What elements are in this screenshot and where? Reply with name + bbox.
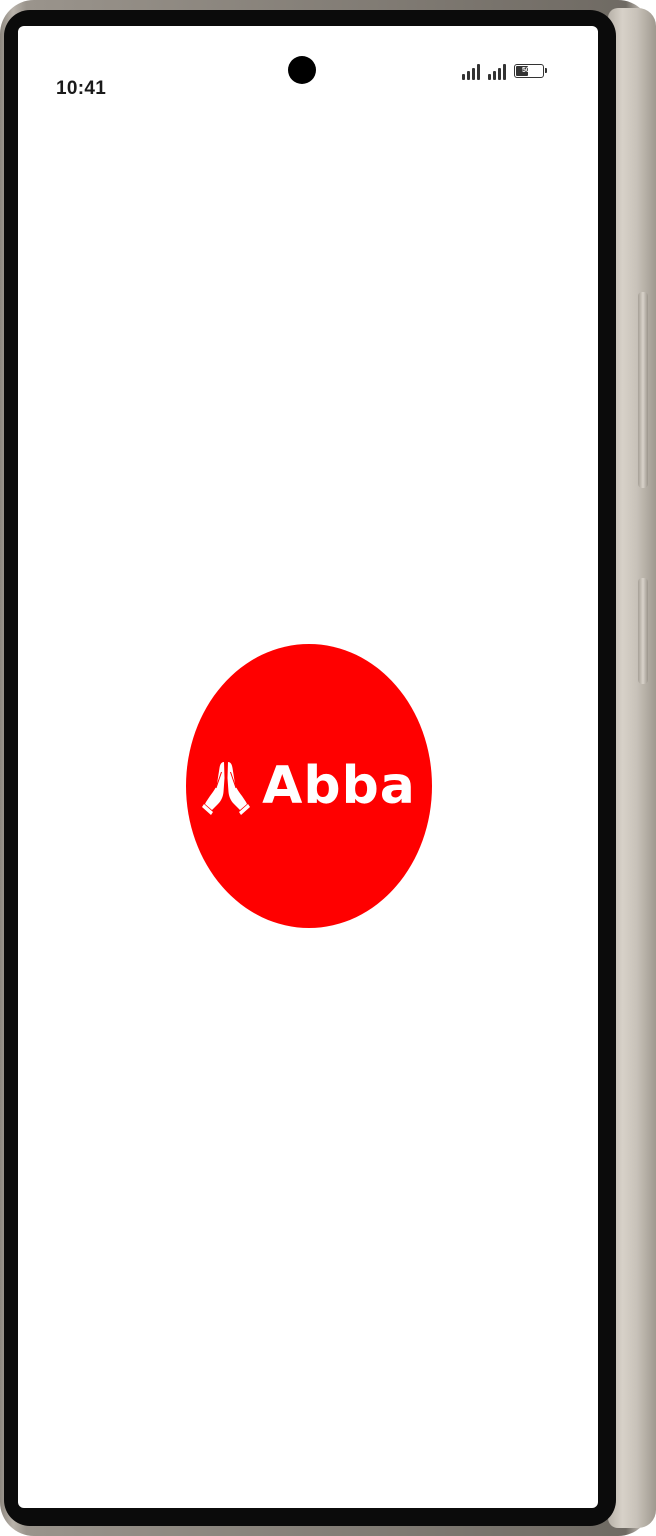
- status-icons: 50%: [462, 62, 547, 80]
- battery-icon: 50%: [514, 64, 547, 78]
- phone-screen: 10:41 50% Abba: [18, 26, 598, 1508]
- battery-nub: [545, 68, 547, 73]
- app-logo: Abba: [186, 644, 432, 928]
- front-camera: [288, 56, 316, 84]
- status-bar: 10:41 50%: [18, 26, 598, 106]
- signal-icon: [462, 62, 480, 80]
- signal-icon-secondary: [488, 62, 506, 80]
- device-mockup: 10:41 50% Abba: [0, 0, 656, 1536]
- power-button: [638, 578, 648, 684]
- battery-percentage: 50%: [521, 67, 536, 74]
- app-name: Abba: [262, 756, 416, 816]
- praying-hands-icon: [202, 762, 251, 815]
- volume-button: [638, 292, 648, 488]
- status-time: 10:41: [56, 78, 107, 99]
